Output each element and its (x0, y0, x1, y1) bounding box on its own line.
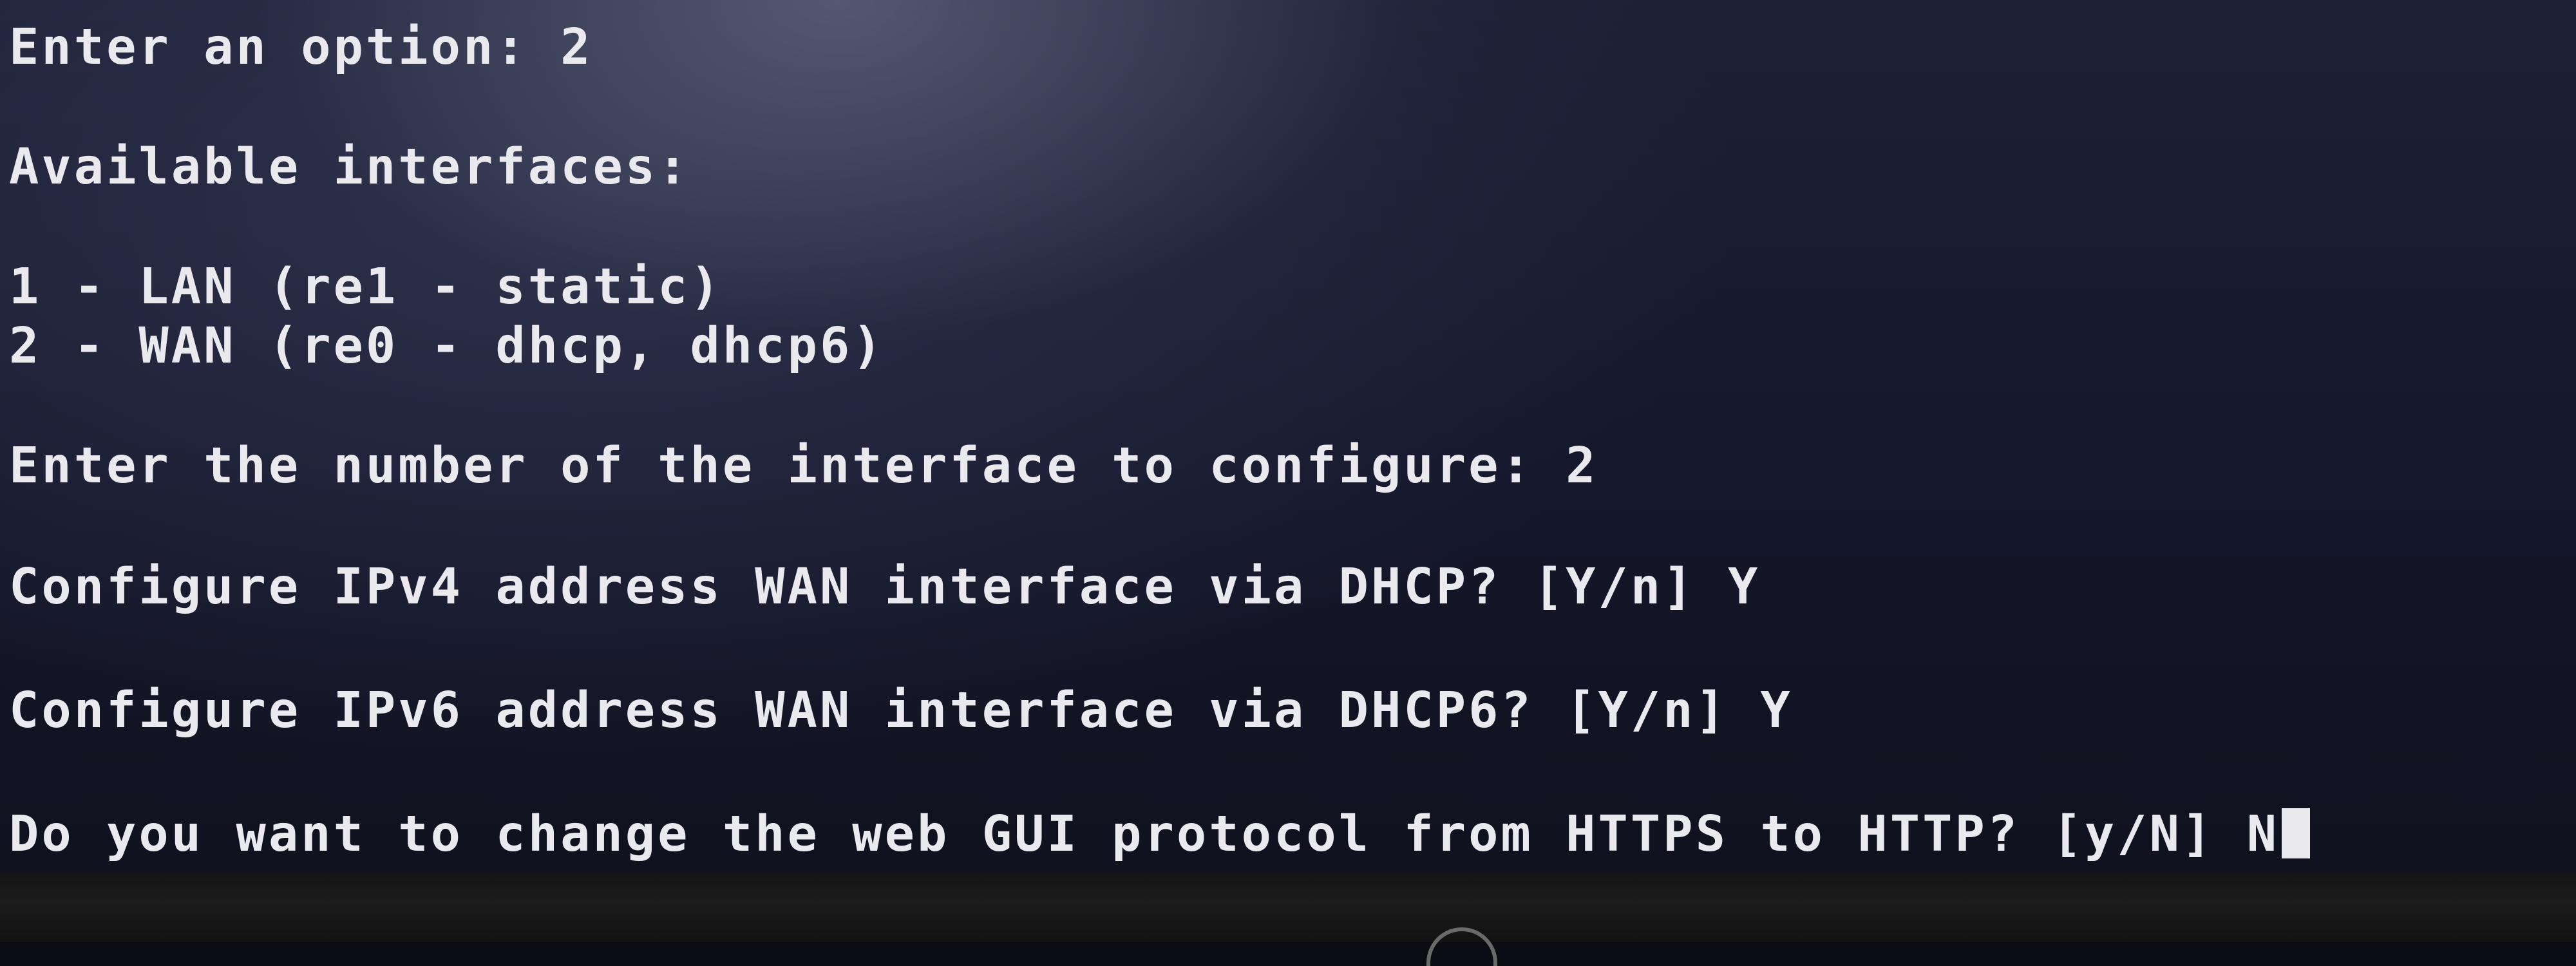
terminal-prompt-line[interactable]: Do you want to change the web GUI protoc… (9, 805, 2311, 864)
terminal-prompt-text: Do you want to change the web GUI protoc… (9, 806, 2280, 863)
terminal-line-wan: 2 - WAN (re0 - dhcp, dhcp6) (9, 317, 885, 375)
terminal-output[interactable]: Enter an option: 2 Available interfaces:… (9, 18, 2559, 863)
terminal-line-ipv4-dhcp: Configure IPv4 address WAN interface via… (9, 558, 1761, 616)
monitor-bezel (0, 873, 2576, 942)
terminal-line-interface-number: Enter the number of the interface to con… (9, 437, 1598, 495)
console-screen: Enter an option: 2 Available interfaces:… (0, 0, 2576, 873)
terminal-line-option: Enter an option: 2 (9, 19, 593, 76)
block-cursor-icon (2282, 808, 2311, 858)
terminal-line-available-interfaces: Available interfaces: (9, 138, 690, 196)
terminal-line-ipv6-dhcp6: Configure IPv6 address WAN interface via… (9, 682, 1793, 739)
terminal-line-lan: 1 - LAN (re1 - static) (9, 258, 723, 316)
